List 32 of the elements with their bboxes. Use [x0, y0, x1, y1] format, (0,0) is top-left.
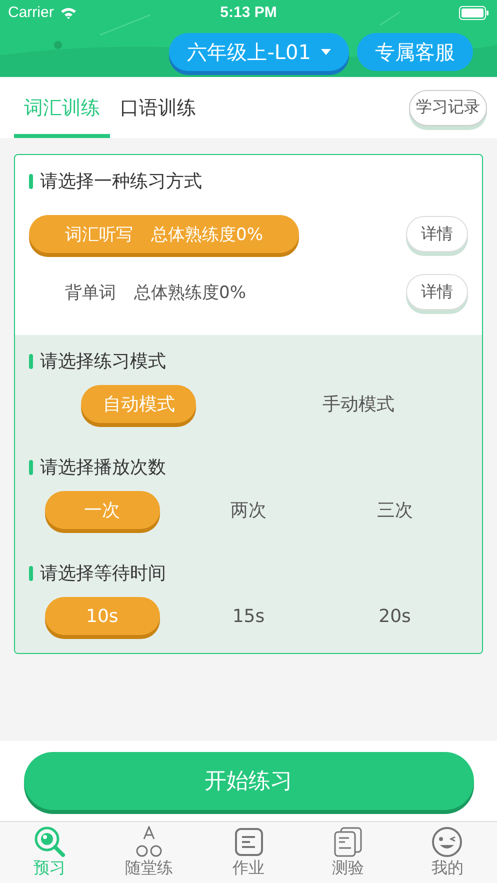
choice-option[interactable]: 15s: [190, 597, 306, 635]
tab[interactable]: 口语训练: [110, 77, 206, 138]
section-title: 请选择等待时间: [40, 562, 166, 585]
nav-item[interactable]: 我的: [398, 822, 497, 883]
document-icon: [232, 826, 265, 858]
method-option[interactable]: 背单词 总体熟练度0%: [29, 273, 282, 311]
section-title: 请选择播放次数: [40, 456, 166, 479]
battery-icon: [459, 6, 489, 20]
nav-item[interactable]: 测验: [298, 822, 398, 883]
carrier-label: Carrier: [8, 4, 54, 21]
choice-option[interactable]: 三次: [337, 491, 452, 529]
search-icon: [34, 826, 66, 858]
nav-item[interactable]: 随堂练: [99, 822, 199, 883]
section-title: 请选择练习模式: [40, 350, 166, 373]
tab[interactable]: 词汇训练: [14, 77, 110, 138]
choice-option[interactable]: 手动模式: [300, 385, 416, 423]
papers-icon: [332, 826, 364, 858]
choice-option[interactable]: 两次: [190, 491, 306, 529]
caret-icon: [321, 49, 331, 55]
title-marker: [29, 460, 33, 474]
wifi-icon: [60, 6, 77, 18]
face-icon: [431, 826, 464, 858]
start-button[interactable]: 开始练习: [24, 752, 474, 810]
nav-item[interactable]: 作业: [198, 822, 298, 883]
title-marker: [29, 354, 33, 368]
service-button[interactable]: 专属客服: [357, 33, 473, 71]
title-marker: [29, 174, 33, 188]
section-title: 请选择一种练习方式: [40, 170, 202, 193]
title-marker: [29, 566, 33, 580]
choice-option[interactable]: 20s: [337, 597, 452, 635]
status-time: 5:13 PM: [220, 4, 277, 21]
grade-dropdown[interactable]: 六年级上-L01: [169, 33, 349, 71]
